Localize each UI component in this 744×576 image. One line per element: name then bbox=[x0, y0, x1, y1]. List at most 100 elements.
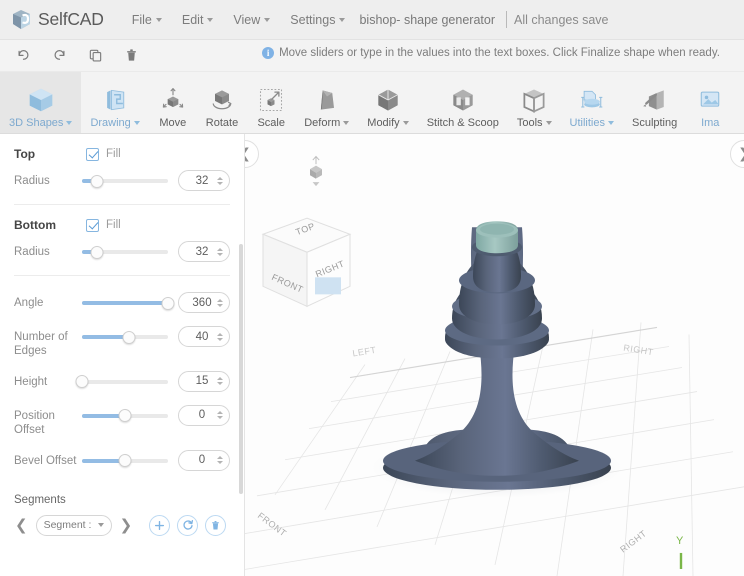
drawing-icon bbox=[101, 84, 129, 116]
stepper-arrows[interactable] bbox=[217, 332, 225, 341]
chevron-down-icon bbox=[343, 121, 350, 125]
ribbon-tab-3d-shapes[interactable]: 3D Shapes bbox=[0, 72, 82, 133]
menu-edit-label: Edit bbox=[181, 12, 204, 27]
top-group-title: Top bbox=[14, 147, 36, 161]
panel-scrollbar[interactable] bbox=[239, 244, 243, 494]
segment-add-button[interactable] bbox=[149, 514, 171, 536]
ribbon-tab-stitch-scoop[interactable]: Stitch & Scoop bbox=[418, 72, 508, 133]
selfcad-logo-icon bbox=[10, 8, 33, 31]
chevron-down-icon bbox=[607, 121, 614, 125]
image-icon bbox=[696, 84, 724, 116]
segment-next-button[interactable]: ❯ bbox=[119, 517, 134, 533]
bevel-offset-slider[interactable] bbox=[82, 450, 168, 472]
slider-knob[interactable] bbox=[90, 174, 104, 188]
ribbon-tab-sculpting-label: Sculpting bbox=[631, 117, 678, 129]
top-fill-checkbox-row[interactable]: Fill bbox=[86, 147, 121, 161]
redo-button[interactable] bbox=[42, 41, 76, 71]
undo-button[interactable] bbox=[6, 41, 40, 71]
menu-edit[interactable]: Edit bbox=[172, 7, 224, 33]
ribbon-tab-move[interactable]: Move bbox=[149, 72, 197, 133]
brand-logo[interactable]: SelfCAD bbox=[10, 8, 104, 31]
stepper-down-icon[interactable] bbox=[217, 337, 223, 341]
height-slider[interactable] bbox=[75, 371, 168, 393]
position-offset-value: 0 bbox=[198, 409, 206, 422]
stepper-arrows[interactable] bbox=[217, 411, 225, 420]
slider-knob[interactable] bbox=[161, 296, 175, 310]
stepper-up-icon[interactable] bbox=[217, 298, 223, 302]
ribbon-tab-deform[interactable]: Deform bbox=[295, 72, 358, 133]
slider-knob[interactable] bbox=[118, 409, 132, 423]
viewport-3d[interactable]: ❮ ❯ bbox=[245, 134, 744, 576]
angle-input[interactable]: 360 bbox=[178, 292, 230, 313]
top-radius-label: Radius bbox=[14, 175, 50, 187]
stepper-arrows[interactable] bbox=[217, 247, 225, 256]
ribbon-tab-utilities[interactable]: Utilities bbox=[561, 72, 623, 133]
position-offset-slider[interactable] bbox=[82, 405, 168, 427]
bottom-fill-checkbox[interactable] bbox=[86, 218, 99, 232]
stepper-arrows[interactable] bbox=[217, 377, 225, 386]
selfcad-app: SelfCAD File Edit View Settings bishop- … bbox=[0, 0, 744, 576]
slider-knob[interactable] bbox=[75, 375, 89, 389]
viewport-canvas[interactable]: TOP FRONT RIGHT LEFT RIGHT FRONT RIGHT Y bbox=[245, 134, 744, 576]
title-divider bbox=[505, 11, 507, 28]
brand-name: SelfCAD bbox=[38, 9, 104, 29]
segment-select[interactable]: Segment : bbox=[35, 514, 112, 536]
hint-text: Move sliders or type in the values into … bbox=[279, 47, 720, 59]
bottom-fill-checkbox-row[interactable]: Fill bbox=[86, 218, 121, 232]
ribbon-tab-rotate[interactable]: Rotate bbox=[197, 72, 247, 133]
ground-label-front: FRONT bbox=[256, 510, 289, 538]
number-of-edges-input[interactable]: 40 bbox=[178, 326, 230, 347]
height-input[interactable]: 15 bbox=[178, 370, 230, 392]
bottom-radius-input[interactable]: 32 bbox=[178, 241, 230, 262]
ribbon-tab-image[interactable]: Ima bbox=[686, 72, 734, 133]
stepper-up-icon[interactable] bbox=[217, 411, 223, 415]
delete-button[interactable] bbox=[114, 41, 148, 71]
top-radius-slider[interactable] bbox=[82, 170, 168, 192]
slider-knob[interactable] bbox=[122, 330, 136, 344]
slider-knob[interactable] bbox=[90, 245, 104, 259]
tools-icon bbox=[520, 84, 548, 116]
stepper-up-icon[interactable] bbox=[217, 377, 223, 381]
stepper-up-icon[interactable] bbox=[217, 176, 223, 180]
save-status: All changes save bbox=[513, 12, 609, 27]
number-of-edges-slider[interactable] bbox=[82, 326, 168, 348]
menu-settings[interactable]: Settings bbox=[280, 7, 355, 33]
menu-view[interactable]: View bbox=[223, 7, 280, 33]
stepper-down-icon[interactable] bbox=[217, 416, 223, 420]
ribbon-tab-scale[interactable]: Scale bbox=[247, 72, 295, 133]
stepper-down-icon[interactable] bbox=[217, 303, 223, 307]
top-radius-input[interactable]: 32 bbox=[178, 170, 230, 191]
segment-delete-button[interactable] bbox=[205, 514, 227, 536]
ribbon-tab-tools[interactable]: Tools bbox=[508, 72, 561, 133]
stepper-up-icon[interactable] bbox=[217, 456, 223, 459]
modify-icon bbox=[374, 84, 402, 116]
stepper-arrows[interactable] bbox=[217, 456, 225, 464]
ribbon-tab-sculpting[interactable]: Sculpting bbox=[623, 72, 686, 133]
stepper-down-icon[interactable] bbox=[217, 252, 223, 256]
stepper-down-icon[interactable] bbox=[217, 382, 223, 386]
angle-slider[interactable] bbox=[82, 292, 175, 314]
bottom-radius-slider[interactable] bbox=[82, 241, 168, 263]
position-offset-input[interactable]: 0 bbox=[178, 404, 230, 426]
stepper-up-icon[interactable] bbox=[217, 247, 223, 251]
slider-knob[interactable] bbox=[118, 454, 132, 467]
stepper-arrows[interactable] bbox=[217, 176, 225, 185]
stepper-down-icon[interactable] bbox=[217, 181, 223, 185]
stepper-up-icon[interactable] bbox=[217, 332, 223, 336]
copy-button[interactable] bbox=[78, 41, 112, 71]
stepper-down-icon[interactable] bbox=[217, 461, 223, 464]
bevel-offset-input[interactable]: 0 bbox=[178, 449, 230, 471]
segment-prev-button[interactable]: ❮ bbox=[14, 517, 29, 533]
info-icon: i bbox=[262, 47, 275, 59]
orientation-widget[interactable] bbox=[310, 155, 322, 187]
menu-file[interactable]: File bbox=[122, 7, 172, 33]
ribbon-tab-drawing[interactable]: Drawing bbox=[81, 72, 148, 133]
view-cube-gizmo[interactable]: TOP FRONT RIGHT bbox=[261, 217, 352, 308]
top-fill-checkbox[interactable] bbox=[86, 147, 99, 161]
ribbon-tab-modify[interactable]: Modify bbox=[358, 72, 417, 133]
top-group-header: Top Fill bbox=[14, 147, 230, 161]
segment-refresh-button[interactable] bbox=[177, 514, 199, 536]
stepper-arrows[interactable] bbox=[217, 298, 225, 307]
ribbon-tab-move-label: Move bbox=[159, 117, 187, 129]
document-title[interactable]: bishop- shape generator bbox=[355, 13, 499, 27]
